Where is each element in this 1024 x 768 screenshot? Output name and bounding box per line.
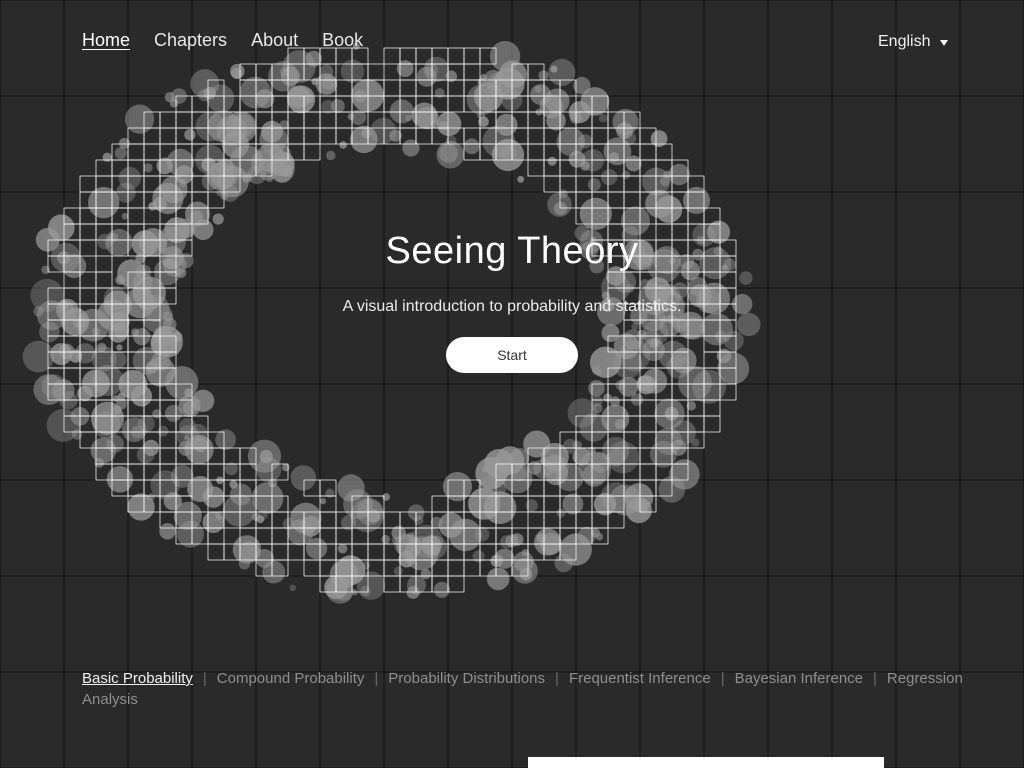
bottom-strip [528,757,884,768]
chapter-basic-probability[interactable]: Basic Probability [82,670,193,687]
main-nav: Home Chapters About Book [82,30,387,52]
chapter-separator: | [202,670,207,687]
nav-about[interactable]: About [251,30,298,52]
page-subtitle: A visual introduction to probability and… [342,298,682,315]
nav-book[interactable]: Book [322,30,363,52]
chapter-frequentist-inference[interactable]: Frequentist Inference [569,670,711,687]
caret-down-icon [940,40,949,46]
chapter-separator: | [374,670,379,687]
chapter-separator: | [873,670,877,687]
chapter-bayesian-inference[interactable]: Bayesian Inference [735,670,863,687]
page-title: Seeing Theory [385,230,639,272]
chapter-compound-probability[interactable]: Compound Probability [217,670,365,687]
background-circle-animation [0,0,1024,768]
nav-home[interactable]: Home [82,30,130,52]
chapter-separator: | [720,670,725,687]
nav-chapters[interactable]: Chapters [154,30,227,52]
chapter-separator: | [555,670,559,687]
chapter-probability-distributions[interactable]: Probability Distributions [388,670,545,687]
language-select[interactable]: English [878,32,949,52]
start-button[interactable]: Start [446,337,578,373]
chapter-list: Basic Probability | Compound Probability | P… [82,668,982,710]
circle-ring [22,41,761,604]
language-selected: English [878,33,931,50]
